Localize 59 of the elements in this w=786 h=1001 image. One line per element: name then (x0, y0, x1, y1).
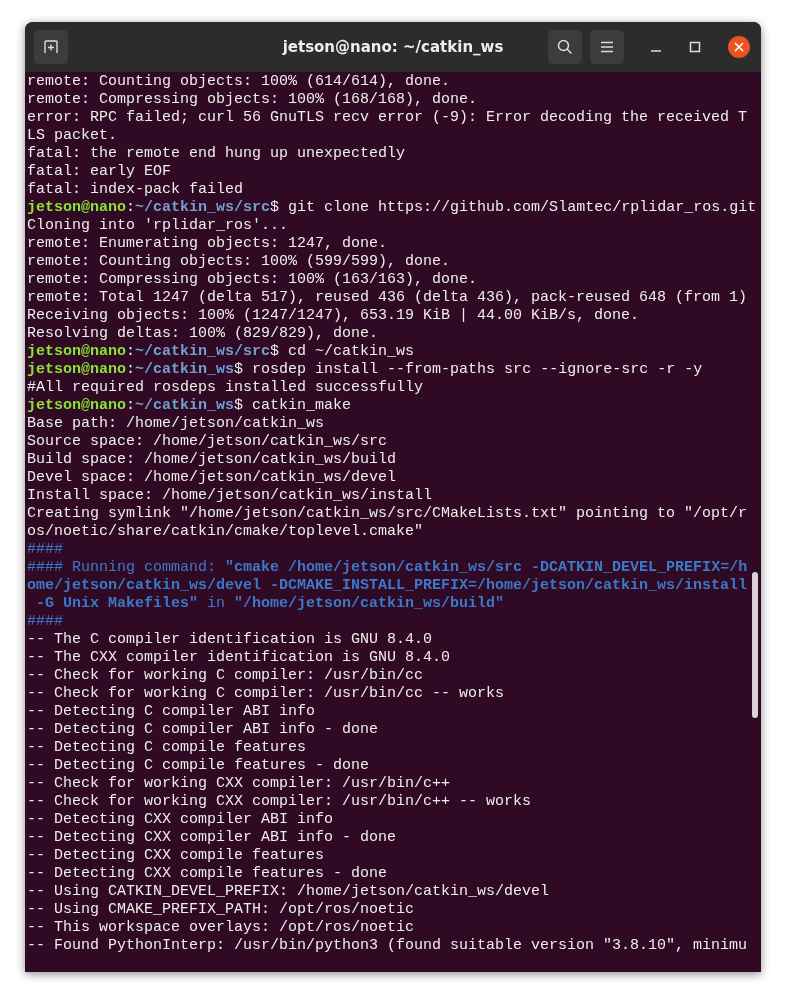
terminal-line: -- The CXX compiler identification is GNU 8.4.0 (27, 649, 451, 667)
terminal-line: Creating symlink "/home/jetson/catkin_ws/src/CMakeLists.txt" pointing to "/opt/r (27, 505, 748, 523)
terminal-line: -- Check for working C compiler: /usr/bin/cc (27, 667, 424, 685)
terminal-line: fatal: index-pack failed (27, 181, 244, 199)
terminal-line: Install space: /home/jetson/catkin_ws/install (27, 487, 433, 505)
terminal-line: remote: Compressing objects: 100% (163/163), done. (27, 271, 478, 289)
terminal-line: Base path: /home/jetson/catkin_ws (27, 415, 325, 433)
terminal-line: ome/jetson/catkin_ws/devel -DCMAKE_INSTALL_PREFIX=/home/jetson/catkin_ws/install (27, 577, 748, 595)
terminal-line: -- This workspace overlays: /opt/ros/noetic (27, 919, 415, 937)
terminal-line: error: RPC failed; curl 56 GnuTLS recv error (-9): Error decoding the received T (27, 109, 748, 127)
search-button[interactable] (548, 30, 582, 64)
menu-button[interactable] (590, 30, 624, 64)
terminal-line: jetson@nano:~/catkin_ws$ rosdep install --from-paths src --ignore-src -r -y (27, 361, 703, 379)
terminal-line: jetson@nano:~/catkin_ws/src$ cd ~/catkin_ws (27, 343, 415, 361)
terminal-line: remote: Total 1247 (delta 517), reused 436 (delta 436), pack-reused 648 (from 1) (27, 289, 748, 307)
terminal-line: -- Detecting C compiler ABI info (27, 703, 316, 721)
terminal-line: Devel space: /home/jetson/catkin_ws/devel (27, 469, 397, 487)
terminal-line: -G Unix Makefiles" in "/home/jetson/catkin_ws/build" (35, 595, 505, 613)
terminal-line: -- Detecting CXX compiler ABI info (27, 811, 334, 829)
terminal-line: remote: Counting objects: 100% (614/614), done. (27, 73, 451, 91)
menu-icon (600, 41, 614, 53)
terminal-line: -- Detecting CXX compiler ABI info - done (27, 829, 397, 847)
terminal-line: fatal: early EOF (27, 163, 172, 181)
new-tab-icon (43, 39, 59, 55)
terminal-line: remote: Counting objects: 100% (599/599), done. (27, 253, 451, 271)
terminal-line: -- Check for working CXX compiler: /usr/bin/c++ -- works (27, 793, 532, 811)
terminal-line: -- Detecting C compile features (27, 739, 307, 757)
terminal-line: Source space: /home/jetson/catkin_ws/src (27, 433, 388, 451)
terminal-line: Resolving deltas: 100% (829/829), done. (27, 325, 379, 343)
terminal-line: #### Running command: "cmake /home/jetson/catkin_ws/src -DCATKIN_DEVEL_PREFIX=/h (27, 559, 748, 577)
close-button[interactable] (728, 36, 750, 58)
terminal-line: remote: Compressing objects: 100% (168/168), done. (27, 91, 478, 109)
terminal-line: -- Using CMAKE_PREFIX_PATH: /opt/ros/noetic (27, 901, 415, 919)
scrollbar[interactable] (752, 572, 758, 718)
terminal-line: -- The C compiler identification is GNU 8.4.0 (27, 631, 433, 649)
terminal-line: -- Found PythonInterp: /usr/bin/python3 (found suitable version "3.8.10", minimu (27, 937, 748, 955)
terminal-line: Build space: /home/jetson/catkin_ws/build (27, 451, 397, 469)
terminal-line: Receiving objects: 100% (1247/1247), 653.19 KiB | 44.00 KiB/s, done. (27, 307, 640, 325)
maximize-button[interactable] (689, 41, 701, 53)
terminal-line: -- Using CATKIN_DEVEL_PREFIX: /home/jetson/catkin_ws/devel (27, 883, 550, 901)
terminal-line: #### (27, 613, 63, 631)
terminal-line: -- Check for working CXX compiler: /usr/bin/c++ (27, 775, 451, 793)
terminal-line: #### (27, 541, 63, 559)
terminal-line: -- Detecting CXX compile features - done (27, 865, 388, 883)
terminal-line: -- Detecting C compiler ABI info - done (27, 721, 379, 739)
terminal-line: LS packet. (27, 127, 117, 145)
search-icon (557, 39, 573, 55)
terminal-line: -- Check for working C compiler: /usr/bin/cc -- works (27, 685, 505, 703)
terminal-line: fatal: the remote end hung up unexpectedly (27, 145, 406, 163)
terminal-line: Cloning into 'rplidar_ros'... (27, 217, 289, 235)
window-title: jetson@nano: ~/catkin_ws (282, 38, 504, 56)
terminal-line: -- Detecting CXX compile features (27, 847, 325, 865)
terminal-line: jetson@nano:~/catkin_ws/src$ git clone https://github.com/Slamtec/rplidar_ros.git (27, 199, 757, 217)
terminal-line: remote: Enumerating objects: 1247, done. (27, 235, 388, 253)
terminal-line: -- Detecting C compile features - done (27, 757, 370, 775)
terminal-line: os/noetic/share/catkin/cmake/toplevel.cmake" (27, 523, 424, 541)
new-tab-button[interactable] (34, 30, 68, 64)
terminal-line: jetson@nano:~/catkin_ws$ catkin_make (27, 397, 352, 415)
terminal-line: #All required rosdeps installed successfully (27, 379, 424, 397)
